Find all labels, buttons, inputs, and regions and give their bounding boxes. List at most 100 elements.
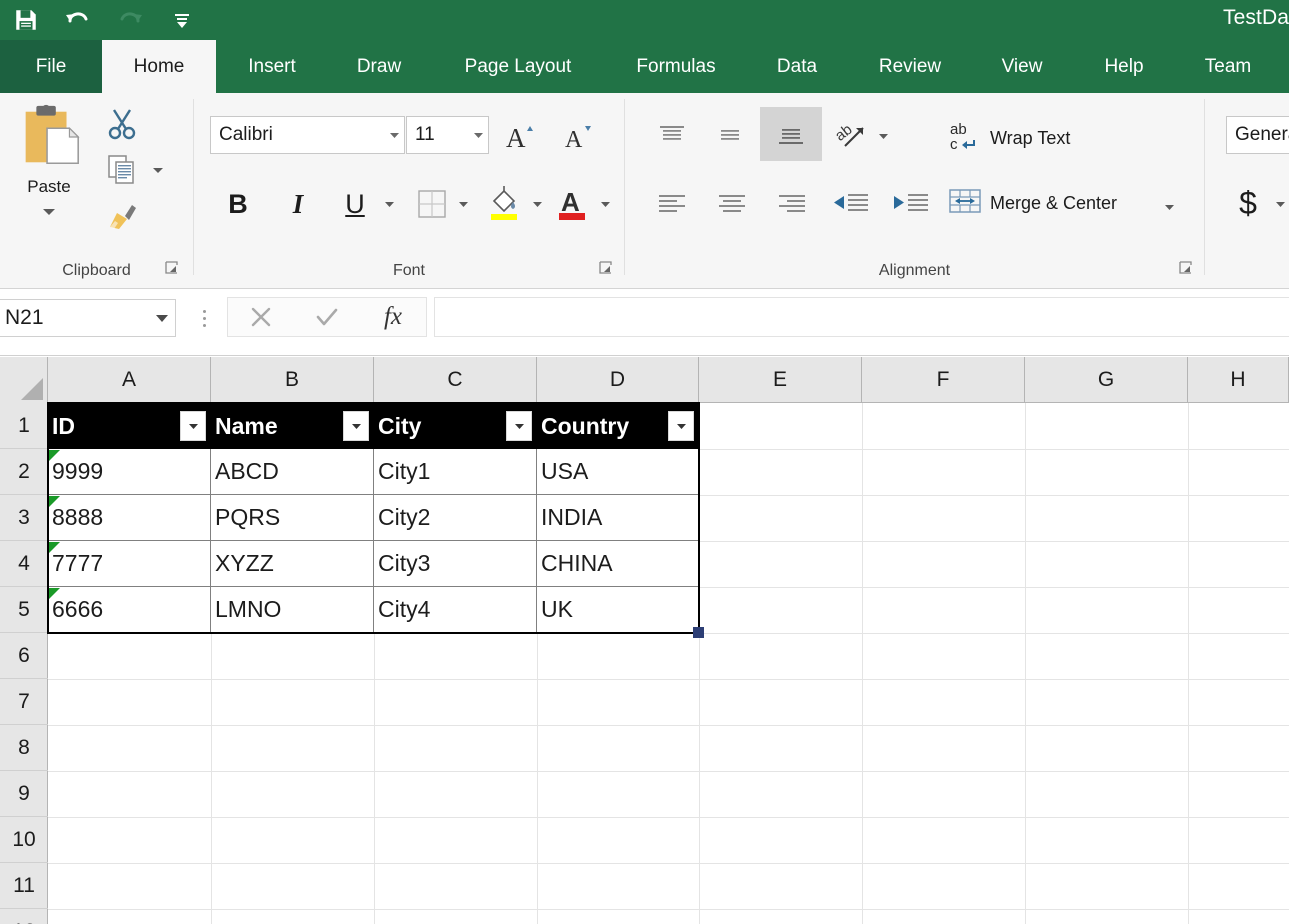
table-cell[interactable]: USA bbox=[537, 449, 699, 495]
formula-input[interactable] bbox=[434, 297, 1289, 337]
ribbon-tab-team[interactable]: Team bbox=[1176, 40, 1280, 93]
row-header-7[interactable]: 7 bbox=[0, 679, 48, 725]
clipboard-dialog-launcher[interactable] bbox=[164, 260, 182, 278]
filter-dropdown-button[interactable] bbox=[506, 411, 532, 441]
table-cell[interactable]: XYZZ bbox=[211, 541, 374, 587]
row-header-6[interactable]: 6 bbox=[0, 633, 48, 679]
ribbon-tab-formulas[interactable]: Formulas bbox=[606, 40, 746, 93]
align-left-button[interactable] bbox=[648, 183, 696, 227]
table-cell[interactable]: 8888 bbox=[48, 495, 211, 541]
font-color-chevron-down-icon[interactable] bbox=[594, 187, 616, 221]
merge-and-center-button[interactable]: Merge & Center bbox=[948, 185, 1117, 222]
table-cell[interactable]: PQRS bbox=[211, 495, 374, 541]
top-align-button[interactable] bbox=[648, 115, 696, 159]
fill-color-button[interactable] bbox=[482, 179, 526, 227]
fill-handle[interactable] bbox=[693, 627, 704, 638]
customize-quick-access-icon[interactable] bbox=[156, 0, 208, 40]
font-size-combobox[interactable]: 11 bbox=[406, 116, 489, 154]
ribbon-tab-file[interactable]: File bbox=[0, 40, 102, 93]
paste-button[interactable]: Paste bbox=[10, 101, 88, 221]
name-box[interactable]: N21 bbox=[0, 299, 176, 337]
save-icon[interactable] bbox=[0, 0, 52, 40]
accounting-format-button[interactable]: $ bbox=[1228, 181, 1268, 225]
align-right-button[interactable] bbox=[768, 183, 816, 227]
ribbon-tab-review[interactable]: Review bbox=[848, 40, 972, 93]
table-cell[interactable]: 6666 bbox=[48, 587, 211, 633]
table-cell[interactable]: 7777 bbox=[48, 541, 211, 587]
column-header-C[interactable]: C bbox=[374, 357, 537, 403]
font-name-combobox[interactable]: Calibri bbox=[210, 116, 405, 154]
column-header-D[interactable]: D bbox=[537, 357, 699, 403]
bold-button[interactable]: B bbox=[216, 183, 260, 225]
table-cell[interactable]: City1 bbox=[374, 449, 537, 495]
cell-error-indicator-icon[interactable] bbox=[49, 542, 60, 553]
name-box-chevron-down-icon[interactable] bbox=[149, 314, 175, 323]
cell-error-indicator-icon[interactable] bbox=[49, 588, 60, 599]
table-cell[interactable]: LMNO bbox=[211, 587, 374, 633]
column-header-E[interactable]: E bbox=[699, 357, 862, 403]
row-header-3[interactable]: 3 bbox=[0, 495, 48, 541]
row-header-10[interactable]: 10 bbox=[0, 817, 48, 863]
italic-button[interactable]: I bbox=[276, 183, 320, 225]
table-cell[interactable]: CHINA bbox=[537, 541, 699, 587]
table-cell[interactable]: City2 bbox=[374, 495, 537, 541]
ribbon-tab-data[interactable]: Data bbox=[746, 40, 848, 93]
fill-color-chevron-down-icon[interactable] bbox=[526, 187, 548, 221]
orientation-button[interactable]: ab bbox=[830, 113, 878, 159]
enter-formula-button[interactable] bbox=[294, 304, 360, 330]
cell-error-indicator-icon[interactable] bbox=[49, 450, 60, 461]
underline-chevron-down-icon[interactable] bbox=[378, 187, 400, 221]
borders-chevron-down-icon[interactable] bbox=[452, 187, 474, 221]
ribbon-tab-draw[interactable]: Draw bbox=[328, 40, 430, 93]
number-format-combobox[interactable]: Genera bbox=[1226, 116, 1289, 154]
formula-bar-drag-handle[interactable] bbox=[196, 299, 212, 337]
ribbon-tab-help[interactable]: Help bbox=[1072, 40, 1176, 93]
table-cell[interactable]: City4 bbox=[374, 587, 537, 633]
decrease-font-size-button[interactable]: A bbox=[556, 115, 600, 157]
borders-button[interactable] bbox=[410, 183, 454, 225]
ribbon-tab-home[interactable]: Home bbox=[102, 40, 216, 93]
paste-chevron-down-icon[interactable] bbox=[42, 203, 56, 221]
font-size-chevron-down-icon[interactable] bbox=[468, 132, 488, 139]
table-cell[interactable]: ABCD bbox=[211, 449, 374, 495]
select-all-corner[interactable] bbox=[0, 357, 48, 403]
bottom-align-button[interactable] bbox=[760, 107, 822, 161]
alignment-dialog-launcher[interactable] bbox=[1178, 260, 1196, 278]
column-header-G[interactable]: G bbox=[1025, 357, 1188, 403]
table-cell[interactable]: City3 bbox=[374, 541, 537, 587]
filter-dropdown-button[interactable] bbox=[180, 411, 206, 441]
orientation-chevron-down-icon[interactable] bbox=[873, 121, 893, 151]
cancel-formula-button[interactable] bbox=[228, 304, 294, 330]
wrap-text-button[interactable]: ab c Wrap Text bbox=[948, 119, 1070, 158]
cell-error-indicator-icon[interactable] bbox=[49, 496, 60, 507]
copy-chevron-down-icon[interactable] bbox=[146, 147, 170, 193]
table-cell[interactable]: INDIA bbox=[537, 495, 699, 541]
increase-font-size-button[interactable]: A bbox=[498, 115, 542, 157]
row-header-9[interactable]: 9 bbox=[0, 771, 48, 817]
row-header-5[interactable]: 5 bbox=[0, 587, 48, 633]
middle-align-button[interactable] bbox=[706, 115, 754, 159]
row-header-4[interactable]: 4 bbox=[0, 541, 48, 587]
copy-button[interactable] bbox=[98, 147, 146, 193]
column-header-H[interactable]: H bbox=[1188, 357, 1289, 403]
ribbon-tab-page-layout[interactable]: Page Layout bbox=[430, 40, 606, 93]
ribbon-tab-insert[interactable]: Insert bbox=[216, 40, 328, 93]
accounting-chevron-down-icon[interactable] bbox=[1270, 189, 1289, 219]
font-dialog-launcher[interactable] bbox=[598, 260, 616, 278]
cut-button[interactable] bbox=[98, 101, 146, 147]
column-header-B[interactable]: B bbox=[211, 357, 374, 403]
underline-button[interactable]: U bbox=[334, 183, 376, 225]
increase-indent-button[interactable] bbox=[886, 183, 936, 227]
format-painter-button[interactable] bbox=[98, 193, 146, 239]
filter-dropdown-button[interactable] bbox=[343, 411, 369, 441]
font-name-chevron-down-icon[interactable] bbox=[384, 132, 404, 139]
filter-dropdown-button[interactable] bbox=[668, 411, 694, 441]
column-header-A[interactable]: A bbox=[48, 357, 211, 403]
decrease-indent-button[interactable] bbox=[826, 183, 876, 227]
insert-function-button[interactable]: fx bbox=[360, 303, 426, 331]
merge-center-chevron-down-icon[interactable] bbox=[1158, 191, 1180, 223]
ribbon-tab-view[interactable]: View bbox=[972, 40, 1072, 93]
row-header-12[interactable]: 12 bbox=[0, 909, 48, 924]
row-header-11[interactable]: 11 bbox=[0, 863, 48, 909]
column-header-F[interactable]: F bbox=[862, 357, 1025, 403]
